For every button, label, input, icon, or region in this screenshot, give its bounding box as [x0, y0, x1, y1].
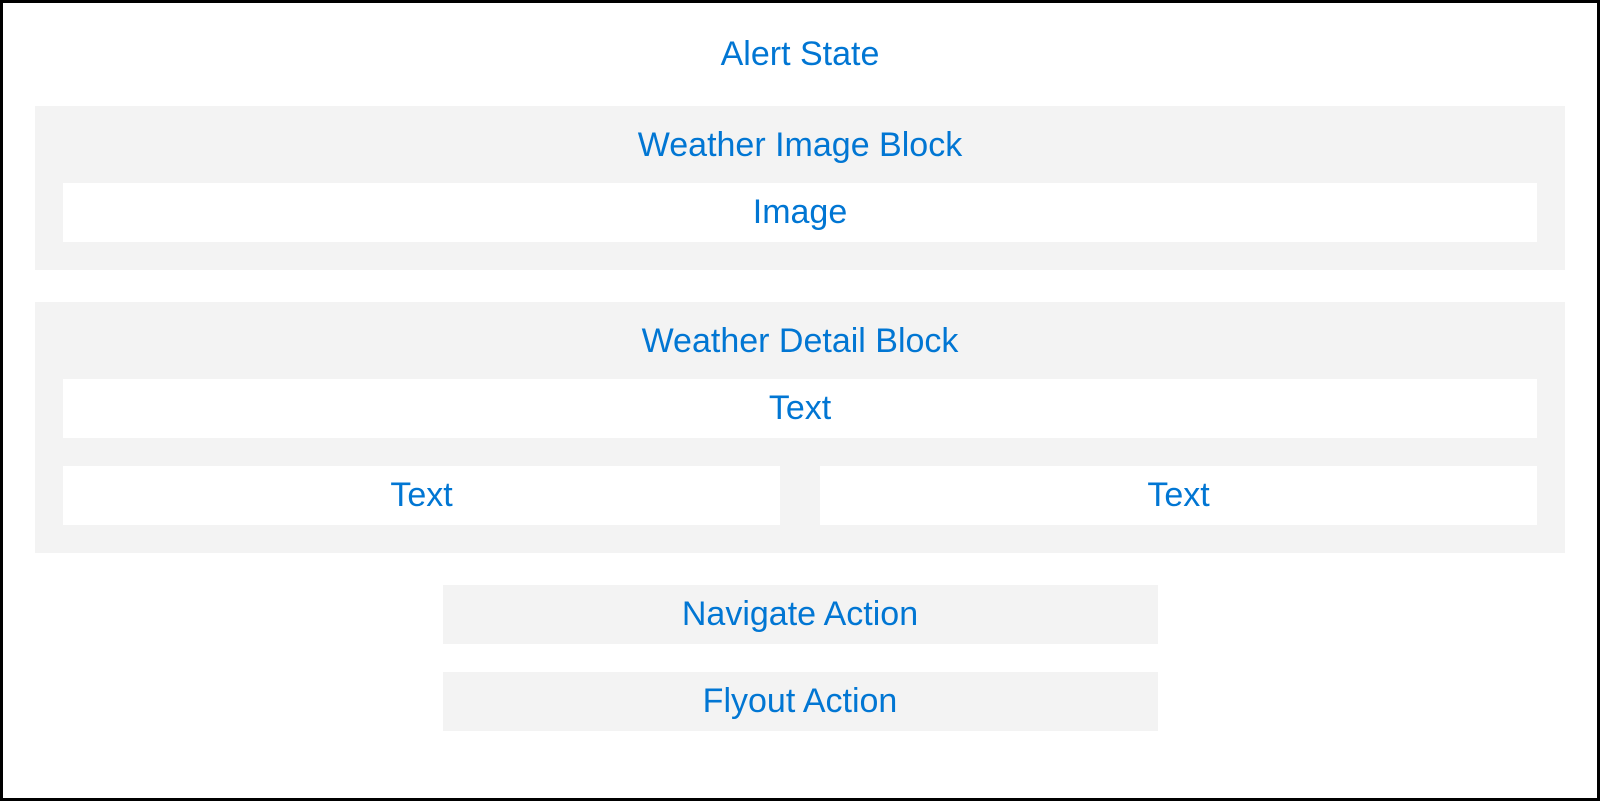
weather-image-block-title: Weather Image Block: [63, 126, 1537, 165]
navigate-action: Navigate Action: [443, 585, 1158, 644]
page-title: Alert State: [35, 35, 1565, 74]
weather-image-block: Weather Image Block Image: [35, 106, 1565, 270]
alert-state-frame: Alert State Weather Image Block Image We…: [0, 0, 1600, 801]
image-placeholder: Image: [63, 183, 1537, 242]
text-placeholder-1: Text: [63, 379, 1537, 438]
text-placeholder-3: Text: [820, 466, 1537, 525]
weather-detail-block: Weather Detail Block Text Text Text: [35, 302, 1565, 553]
text-placeholder-2: Text: [63, 466, 780, 525]
navigate-action-row: Navigate Action: [35, 585, 1565, 644]
detail-row: Text Text: [63, 466, 1537, 525]
flyout-action: Flyout Action: [443, 672, 1158, 731]
weather-detail-block-title: Weather Detail Block: [63, 322, 1537, 361]
flyout-action-row: Flyout Action: [35, 672, 1565, 731]
